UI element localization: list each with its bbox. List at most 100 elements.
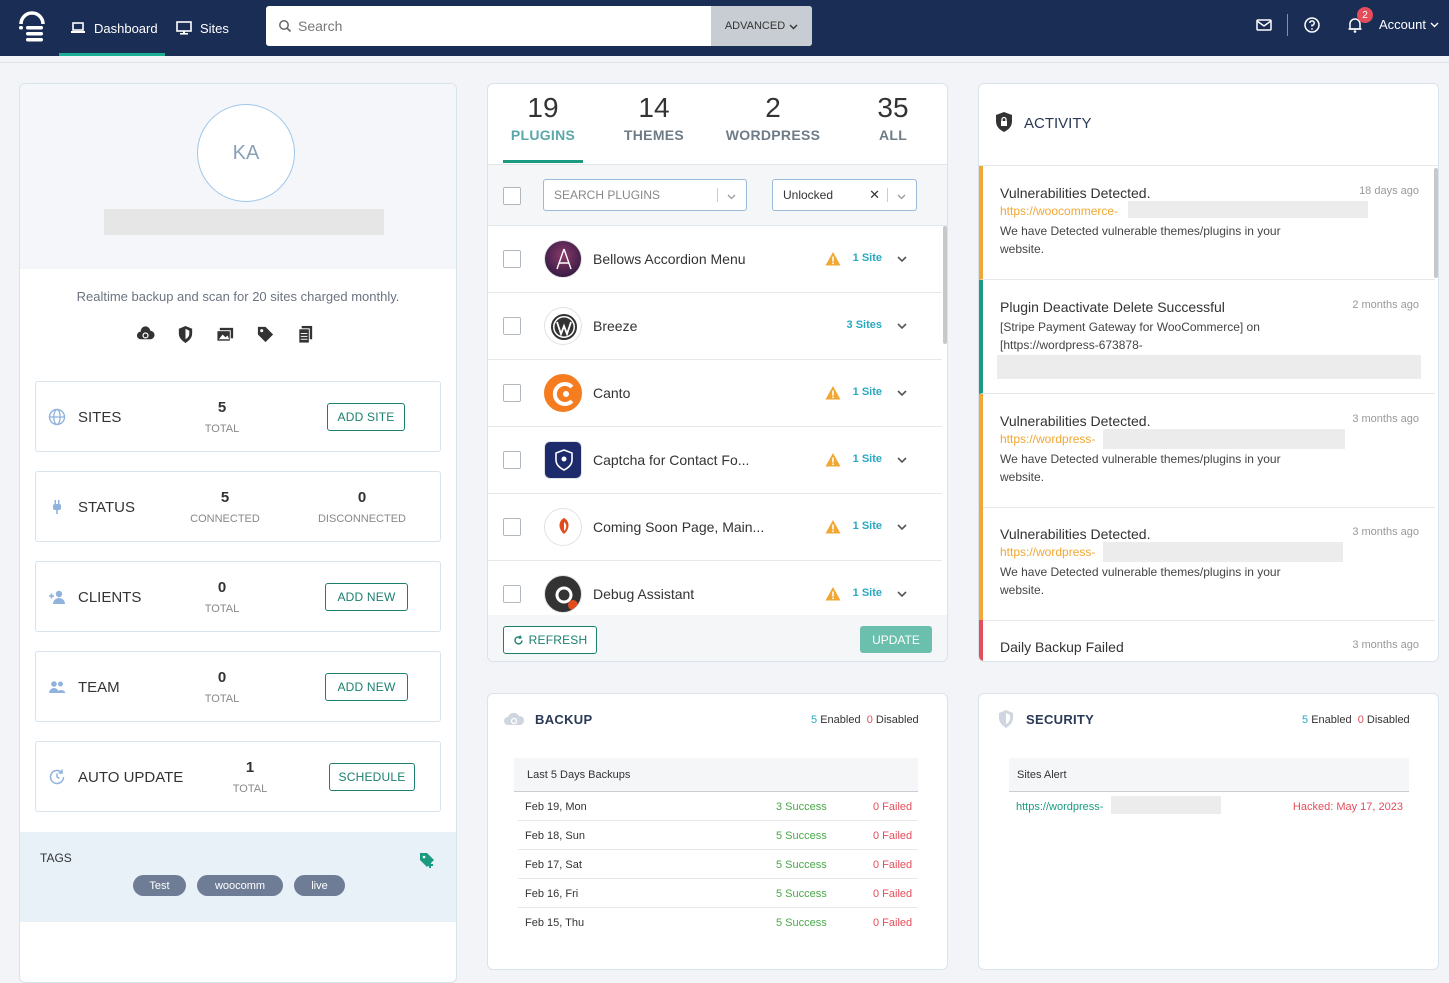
plugin-sites-count[interactable]: 1 Site <box>822 453 882 465</box>
stat-label: TEAM <box>78 679 120 696</box>
plugin-name: Bellows Accordion Menu <box>593 251 746 267</box>
plugin-sites-count[interactable]: 1 Site <box>822 520 882 532</box>
backup-success: 3 Success <box>776 801 827 813</box>
stat-value: 5 <box>217 399 227 416</box>
alert-site-link[interactable]: https://wordpress- <box>1016 801 1103 813</box>
tab-plugins[interactable]: 19 PLUGINS <box>503 92 583 143</box>
search-plugins-select[interactable]: SEARCH PLUGINS <box>543 179 747 211</box>
chevron-down-icon <box>1430 22 1439 28</box>
globe-icon <box>48 408 66 426</box>
plugin-checkbox[interactable] <box>503 317 521 335</box>
select-divider <box>717 188 718 202</box>
plugin-sites-count[interactable]: 1 Site <box>822 252 882 264</box>
plugin-sites-count[interactable]: 1 Site <box>822 587 882 599</box>
activity-item[interactable]: Plugin Deactivate Delete Successful 2 mo… <box>979 280 1435 394</box>
tab-label: ALL <box>878 127 908 143</box>
activity-item-date: 2 months ago <box>1352 299 1419 311</box>
schedule-button[interactable]: SCHEDULE <box>329 763 415 791</box>
activity-item-link[interactable]: https://woocommerce- <box>1000 204 1118 218</box>
chevron-down-icon[interactable] <box>896 588 908 600</box>
account-menu[interactable]: Account <box>1379 17 1439 32</box>
activity-item-date: 18 days ago <box>1359 185 1419 197</box>
plugin-sites-count[interactable]: 3 Sites <box>822 319 882 331</box>
activity-item-link[interactable]: https://wordpress- <box>1000 432 1095 446</box>
plan-features <box>136 325 315 344</box>
advanced-search-button[interactable]: ADVANCED <box>711 6 812 46</box>
tab-count: 19 <box>527 92 559 123</box>
nav-tab-sites[interactable]: Sites <box>176 0 229 56</box>
logo-icon[interactable] <box>17 10 47 44</box>
mail-icon[interactable] <box>1255 16 1273 34</box>
activity-item[interactable]: Vulnerabilities Detected. 3 months ago h… <box>979 507 1435 621</box>
activity-item[interactable]: Vulnerabilities Detected. 18 days ago ht… <box>979 166 1435 280</box>
activity-item[interactable]: Vulnerabilities Detected. 3 months ago h… <box>979 394 1435 508</box>
plugin-name: Breeze <box>593 318 638 334</box>
clear-filter-icon[interactable]: ✕ <box>869 187 880 203</box>
plugin-checkbox[interactable] <box>503 250 521 268</box>
stat-clients: CLIENTS 0 TOTAL ADD NEW <box>35 561 441 632</box>
tab-wordpress[interactable]: 2 WORDPRESS <box>718 92 828 143</box>
active-tab-indicator <box>503 160 583 163</box>
refresh-label: REFRESH <box>528 633 588 647</box>
plugin-row[interactable]: Canto 1 Site <box>488 360 942 427</box>
connected-label: CONNECTED <box>190 513 260 525</box>
stat-auto-update: AUTO UPDATE 1 TOTAL SCHEDULE <box>35 741 441 812</box>
stat-value: 1 <box>245 759 255 776</box>
activity-scrollbar[interactable] <box>1434 168 1438 278</box>
avatar: KA <box>197 104 295 202</box>
tab-themes[interactable]: 14 THEMES <box>614 92 694 143</box>
stat-sublabel: TOTAL <box>204 693 240 705</box>
activity-item-date: 3 months ago <box>1352 639 1419 651</box>
lock-filter-select[interactable]: Unlocked ✕ <box>772 179 917 211</box>
nav-tab-dashboard[interactable]: Dashboard <box>59 0 165 56</box>
tab-all[interactable]: 35 ALL <box>858 92 928 143</box>
search-plugins-placeholder: SEARCH PLUGINS <box>554 188 661 202</box>
plugin-row[interactable]: Breeze 3 Sites <box>488 293 942 360</box>
activity-item[interactable]: Daily Backup Failed 3 months ago <box>979 620 1435 661</box>
plugin-sites-count[interactable]: 1 Site <box>822 386 882 398</box>
add-team-button[interactable]: ADD NEW <box>325 673 408 701</box>
plugin-row[interactable]: Bellows Accordion Menu 1 Site <box>488 226 942 293</box>
refresh-button[interactable]: REFRESH <box>503 626 597 654</box>
table-row: Feb 15, Thu 5 Success 0 Failed <box>518 908 918 937</box>
search-icon <box>279 20 292 33</box>
header-divider <box>0 62 1449 63</box>
tags-section: TAGS Test woocomm live <box>20 832 456 922</box>
plugin-list-scrollbar[interactable] <box>943 226 947 344</box>
update-button[interactable]: UPDATE <box>860 626 932 653</box>
search-input[interactable] <box>298 18 698 34</box>
search-bar: ADVANCED <box>266 6 812 46</box>
add-client-button[interactable]: ADD NEW <box>325 583 408 611</box>
backup-date: Feb 16, Fri <box>525 888 579 900</box>
activity-item-link[interactable]: https://wordpress- <box>1000 545 1095 559</box>
chevron-down-icon[interactable] <box>896 253 908 265</box>
table-row: Feb 17, Sat 5 Success 0 Failed <box>518 850 918 879</box>
redacted-name <box>104 209 384 235</box>
chevron-down-icon[interactable] <box>896 521 908 533</box>
chevron-down-icon[interactable] <box>896 387 908 399</box>
debug-assistant-logo-icon <box>544 575 582 613</box>
plugin-row[interactable]: Coming Soon Page, Main... 1 Site <box>488 494 942 561</box>
plugin-checkbox[interactable] <box>503 518 521 536</box>
backup-success: 5 Success <box>776 888 827 900</box>
plugin-row[interactable]: Captcha for Contact Fo... 1 Site <box>488 427 942 494</box>
tag-pill[interactable]: live <box>294 875 345 896</box>
plugin-checkbox[interactable] <box>503 585 521 603</box>
chevron-down-icon <box>727 194 736 200</box>
redacted-url <box>997 355 1421 379</box>
chevron-down-icon[interactable] <box>896 454 908 466</box>
tab-count: 14 <box>638 92 670 123</box>
add-tag-icon[interactable] <box>419 852 436 869</box>
activity-card: ACTIVITY Vulnerabilities Detected. 18 da… <box>978 83 1439 662</box>
enabled-count: 5 <box>1302 714 1309 726</box>
backup-failed: 0 Failed <box>873 830 913 842</box>
tag-pill[interactable]: woocomm <box>197 875 283 896</box>
help-icon[interactable] <box>1303 16 1321 34</box>
select-all-checkbox[interactable] <box>503 187 521 205</box>
chevron-down-icon[interactable] <box>896 320 908 332</box>
plugin-checkbox[interactable] <box>503 451 521 469</box>
tag-pill[interactable]: Test <box>133 875 186 896</box>
plugin-checkbox[interactable] <box>503 384 521 402</box>
redacted-url <box>1103 542 1343 562</box>
add-site-button[interactable]: ADD SITE <box>327 403 405 431</box>
